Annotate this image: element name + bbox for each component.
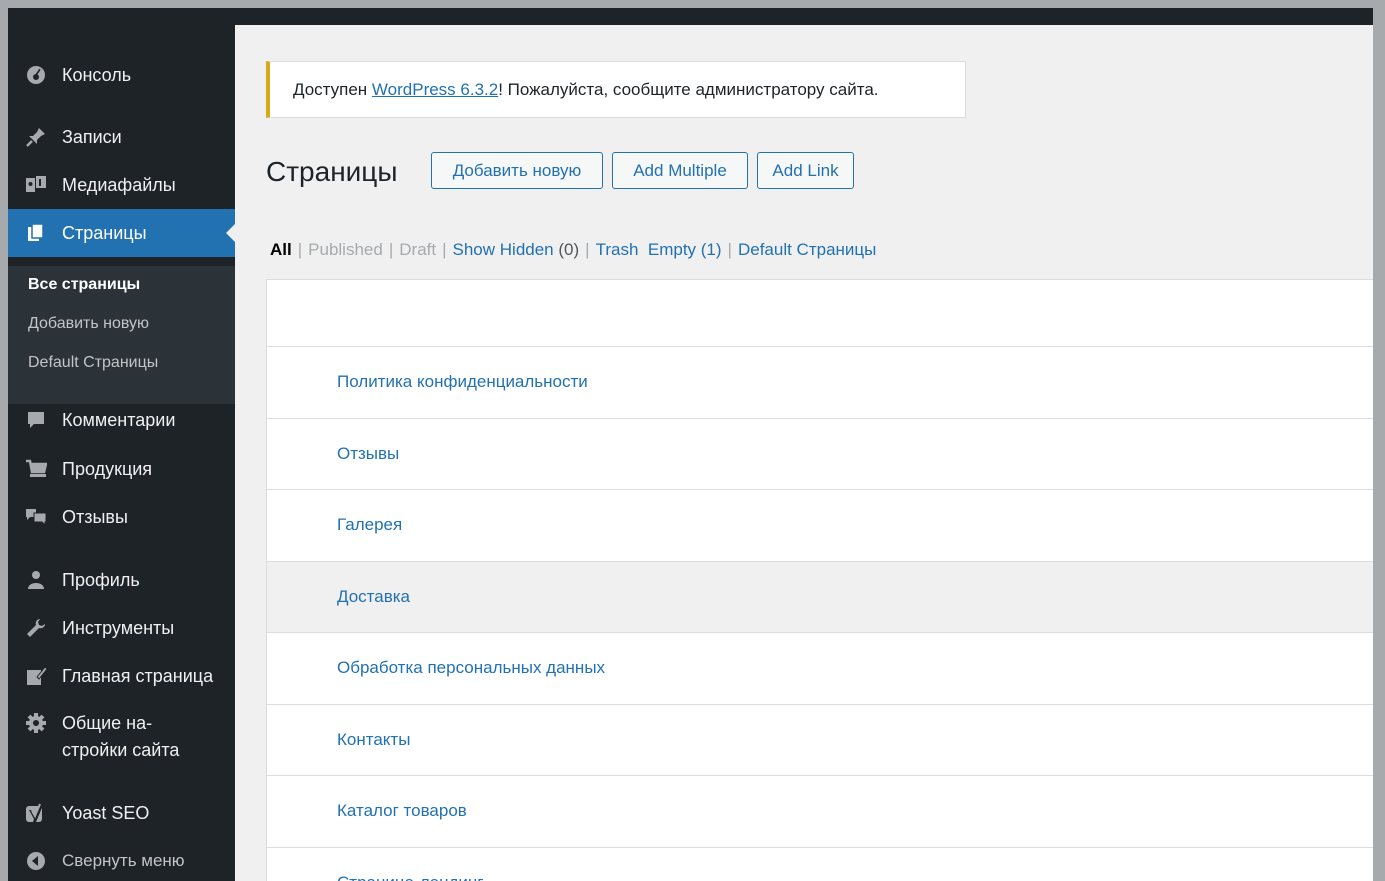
- page-title: Страницы: [266, 156, 398, 187]
- wrench-icon: [23, 615, 49, 641]
- page-title-link[interactable]: Галерея: [337, 515, 402, 535]
- filter-separator: |: [388, 240, 394, 259]
- menu-label: Свернуть меню: [62, 851, 185, 870]
- status-filters: All | Published | Draft | Show Hidden (0) | Tras…: [270, 240, 876, 260]
- filter-trash[interactable]: Trash: [596, 240, 639, 259]
- menu-label: Записи: [62, 127, 122, 147]
- pages-submenu: Все страницы Добавить новую Default Стра…: [8, 266, 235, 404]
- menu-products[interactable]: Продукция: [8, 456, 235, 482]
- menu-label: Продукция: [62, 459, 153, 479]
- page-title-link[interactable]: Контакты: [337, 730, 410, 750]
- testimonials-icon: [23, 504, 49, 530]
- update-notice: Доступен WordPress 6.3.2! Пожалуйста, со…: [266, 61, 966, 118]
- user-icon: [23, 567, 49, 593]
- menu-label: Общие на- стройки сайта: [62, 710, 179, 764]
- wordpress-update-link[interactable]: WordPress 6.3.2: [372, 80, 498, 99]
- filter-draft[interactable]: Draft: [399, 240, 436, 259]
- menu-pages[interactable]: Страницы: [8, 209, 235, 257]
- pages-table: Политика конфиденциальности Отзывы Галер…: [266, 279, 1373, 881]
- filter-default-pages[interactable]: Default Страницы: [738, 240, 876, 259]
- menu-site-settings[interactable]: Общие на- стройки сайта: [8, 710, 235, 764]
- menu-front-page[interactable]: Главная страница: [8, 663, 235, 689]
- menu-comments[interactable]: Комментарии: [8, 407, 235, 433]
- menu-label: Главная страница: [62, 666, 214, 686]
- page-title-link[interactable]: Доставка: [337, 587, 410, 607]
- edit-page-icon: [23, 663, 49, 689]
- filter-separator: |: [585, 240, 590, 259]
- page-title-link[interactable]: Обработка персональных данных: [337, 658, 605, 678]
- table-row: Каталог товаров: [267, 776, 1373, 848]
- gear-icon: [23, 710, 49, 736]
- menu-label: Медиафайлы: [62, 175, 176, 195]
- menu-posts[interactable]: Записи: [8, 124, 235, 150]
- pin-icon: [23, 124, 49, 150]
- dashboard-icon: [23, 62, 49, 88]
- menu-label: Комментарии: [62, 410, 176, 430]
- cart-icon: [23, 456, 49, 482]
- table-row: Галерея: [267, 490, 1373, 562]
- menu-label: Yoast SEO: [62, 803, 150, 823]
- menu-dashboard[interactable]: Консоль: [8, 62, 235, 88]
- pages-icon: [23, 220, 49, 246]
- menu-label-line1: Общие на-: [62, 713, 153, 733]
- filter-separator: |: [727, 240, 732, 259]
- collapse-arrow-icon: [23, 848, 49, 874]
- menu-label-line2: стройки сайта: [62, 740, 180, 760]
- main-content: Доступен WordPress 6.3.2! Пожалуйста, со…: [235, 25, 1373, 881]
- submenu-add-new[interactable]: Добавить новую: [28, 315, 149, 333]
- notice-suffix: ! Пожалуйста, сообщите администратору са…: [498, 79, 879, 99]
- menu-label: Страницы: [62, 223, 147, 243]
- yoast-icon: [23, 800, 49, 826]
- hidden-count: (0): [558, 240, 580, 259]
- page-title-link[interactable]: Отзывы: [337, 444, 399, 464]
- collapse-menu-button[interactable]: Свернуть меню: [8, 848, 235, 874]
- menu-profile[interactable]: Профиль: [8, 567, 235, 593]
- table-row: Контакты: [267, 705, 1373, 776]
- notice-text: Доступен WordPress 6.3.2! Пожалуйста, со…: [293, 80, 879, 100]
- menu-testimonials[interactable]: Отзывы: [8, 504, 235, 530]
- wp-admin-window: Консоль Записи Медиафайлы Страницы Все с…: [8, 8, 1373, 881]
- menu-label: Инструменты: [62, 618, 175, 638]
- filter-separator: |: [442, 240, 447, 259]
- table-row: Отзывы: [267, 419, 1373, 490]
- table-row: Страница-лендинг: [267, 848, 1373, 881]
- page-title-link[interactable]: Страница-лендинг: [337, 873, 483, 881]
- add-new-button[interactable]: Добавить новую: [431, 152, 603, 189]
- table-row: Политика конфиденциальности: [267, 347, 1373, 419]
- menu-tools[interactable]: Инструменты: [8, 615, 235, 641]
- page-title-link[interactable]: Политика конфиденциальности: [337, 372, 588, 392]
- submenu-all-pages[interactable]: Все страницы: [28, 276, 140, 294]
- menu-label: Отзывы: [62, 507, 128, 527]
- submenu-default-pages[interactable]: Default Страницы: [28, 354, 158, 372]
- filter-separator: |: [297, 240, 303, 259]
- menu-media[interactable]: Медиафайлы: [8, 172, 235, 198]
- table-row: Обработка персональных данных: [267, 633, 1373, 705]
- menu-label: Профиль: [62, 570, 140, 590]
- filter-show-hidden[interactable]: Show Hidden: [453, 240, 554, 259]
- admin-bar: [8, 8, 1373, 25]
- page-title-link[interactable]: Каталог товаров: [337, 801, 467, 821]
- add-multiple-button[interactable]: Add Multiple: [612, 152, 748, 189]
- table-header: [267, 280, 1373, 347]
- filter-published[interactable]: Published: [308, 240, 383, 259]
- empty-trash-link[interactable]: Empty (1): [648, 240, 722, 259]
- add-link-button[interactable]: Add Link: [757, 152, 854, 189]
- filter-all[interactable]: All: [270, 240, 292, 259]
- admin-sidebar: Консоль Записи Медиафайлы Страницы Все с…: [8, 25, 235, 881]
- notice-prefix: Доступен: [293, 79, 372, 99]
- menu-label: Консоль: [62, 65, 132, 85]
- media-icon: [23, 172, 49, 198]
- comment-icon: [23, 407, 49, 433]
- menu-yoast-seo[interactable]: Yoast SEO: [8, 800, 235, 826]
- table-row: Доставка: [267, 561, 1373, 633]
